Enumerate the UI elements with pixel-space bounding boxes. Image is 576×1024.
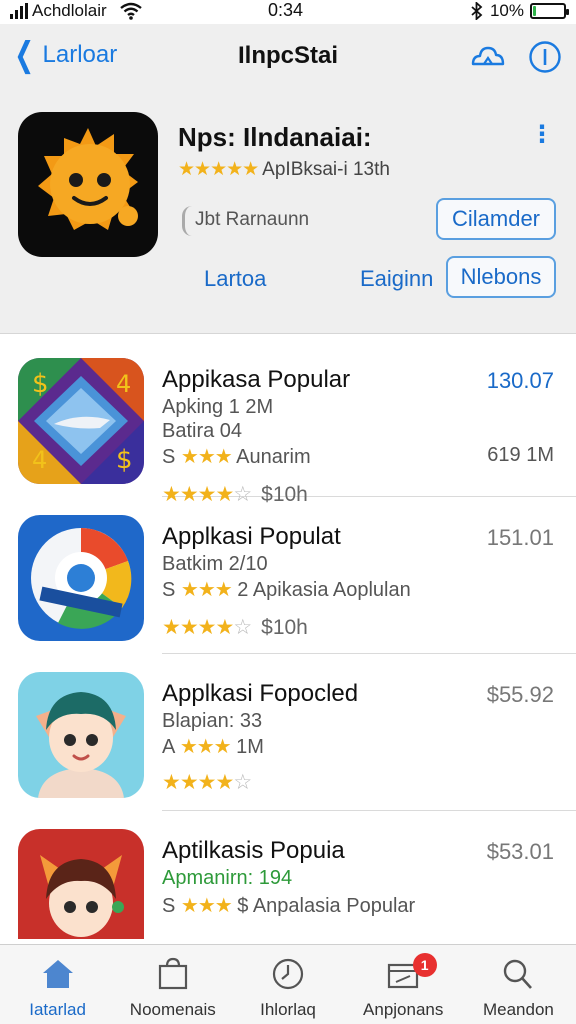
app-rating: ★★★★☆ $10h [162,615,308,640]
featured-app-icon[interactable] [18,112,158,257]
app-subtitle: Batkim 2/10 [162,553,268,575]
tab-label: Meandon [482,1000,554,1019]
tab-apps[interactable]: Noomenais [115,945,230,1024]
app-category: Batira 04 [162,420,243,442]
star-rating: ★★★ [180,579,233,601]
right-link[interactable]: Eaiginn [360,266,433,292]
tab-label: Noomenais [129,1000,216,1019]
cloud-icon[interactable] [470,40,506,70]
info-icon[interactable] [528,40,562,74]
tab-updates[interactable]: 1 Anpjonans [346,945,461,1024]
app-price[interactable]: $55.92 [487,682,554,708]
more-options-icon[interactable]: ⋮ [530,120,554,149]
app-meta: S ★★★ Aunarim [162,446,311,468]
svg-text:4: 4 [116,370,131,398]
app-title: Applkasi Fopocled [162,680,359,707]
app-price[interactable]: $53.01 [487,839,554,865]
carrier-name: Achdlolair [32,1,107,20]
featured-rating: ★★★★★ ApIBksai-i 13th [178,158,390,181]
left-link[interactable]: Lartoa [204,266,266,292]
bluetooth-icon [471,2,483,20]
app-subtitle: Apking 1 2M [162,396,274,418]
star-rating: ★★★ [180,895,233,917]
primary-action-button[interactable]: Cilamder [436,198,556,240]
app-icon [18,515,144,641]
tab-bar: Iatarlad Noomenais Ihlorlaq 1 Anpjonans … [0,944,576,1024]
search-icon [504,959,533,989]
list-item[interactable]: Applkasi Fopocled $55.92 Blapian: 33 A ★… [18,654,576,811]
nav-bar: ❮ Larloar IlnpcStai [0,36,576,80]
app-rating: ★★★★☆ [162,770,252,795]
signal-icon [10,3,28,19]
list-item[interactable]: Applkasi Populat 151.01 Batkim 2/10 S ★★… [18,497,576,654]
tab-label: Iatarlad [29,1000,86,1019]
notification-badge: 1 [412,953,437,977]
tab-search[interactable]: Meandon [461,945,576,1024]
svg-text:4: 4 [32,446,47,474]
star-rating: ★★★ [179,736,232,758]
tab-label: Anpjonans [363,1000,444,1019]
app-meta: A ★★★ 1M [162,736,264,758]
clock-icon [272,958,304,990]
app-price[interactable]: 151.01 [487,525,554,551]
app-title: Applkasi Populat [162,523,341,550]
list-item[interactable]: $ 4 4 $ Appikasa Popular 130.07 Apking 1… [18,340,576,506]
status-bar: Achdlolair 0:34 10% [0,0,576,24]
developer-name[interactable]: Jbt Rarnaunn [182,206,342,236]
status-time: 0:34 [268,0,304,20]
star-rating: ★★★ [180,446,233,468]
secondary-action-button[interactable]: Nlebons [446,256,556,298]
battery-icon [530,3,569,19]
app-header: ❮ Larloar IlnpcStai Nps: Ilndanaiai: ⋮ ★… [0,24,576,334]
battery-percent: 10% [489,1,524,20]
app-meta: S ★★★ 2 Apikasia Aoplulan [162,579,411,601]
carrier: Achdlolair [10,1,143,21]
app-subtitle: Apmanirn: 194 [162,867,293,889]
star-rating: ★★★★★ [178,159,259,180]
bag-icon [158,957,187,990]
app-icon [18,672,144,798]
home-icon [42,960,73,988]
featured-rating-text: ApIBksai-i 13th [262,158,390,180]
app-price[interactable]: 130.07 [487,368,554,394]
svg-text:$: $ [116,445,133,475]
tab-home[interactable]: Iatarlad [0,945,115,1024]
app-size: 619 1M [487,444,554,466]
star-rating: ★★★★☆ [162,616,252,639]
app-title: Appikasa Popular [162,366,351,393]
app-meta: S ★★★ $ Anpalasia Popular [162,895,416,917]
app-list: $ 4 4 $ Appikasa Popular 130.07 Apking 1… [0,340,576,968]
featured-app-title: Nps: Ilndanaiai: [178,122,372,152]
tab-history[interactable]: Ihlorlaq [230,945,345,1024]
wifi-icon [119,2,142,20]
svg-text:$: $ [32,369,49,399]
app-icon: $ 4 4 $ [18,358,144,484]
app-title: Aptilkasis Popuia [162,837,345,864]
tab-label: Ihlorlaq [260,1000,316,1019]
star-rating: ★★★★☆ [162,771,252,794]
app-icon [18,829,144,939]
app-subtitle: Blapian: 33 [162,710,263,732]
